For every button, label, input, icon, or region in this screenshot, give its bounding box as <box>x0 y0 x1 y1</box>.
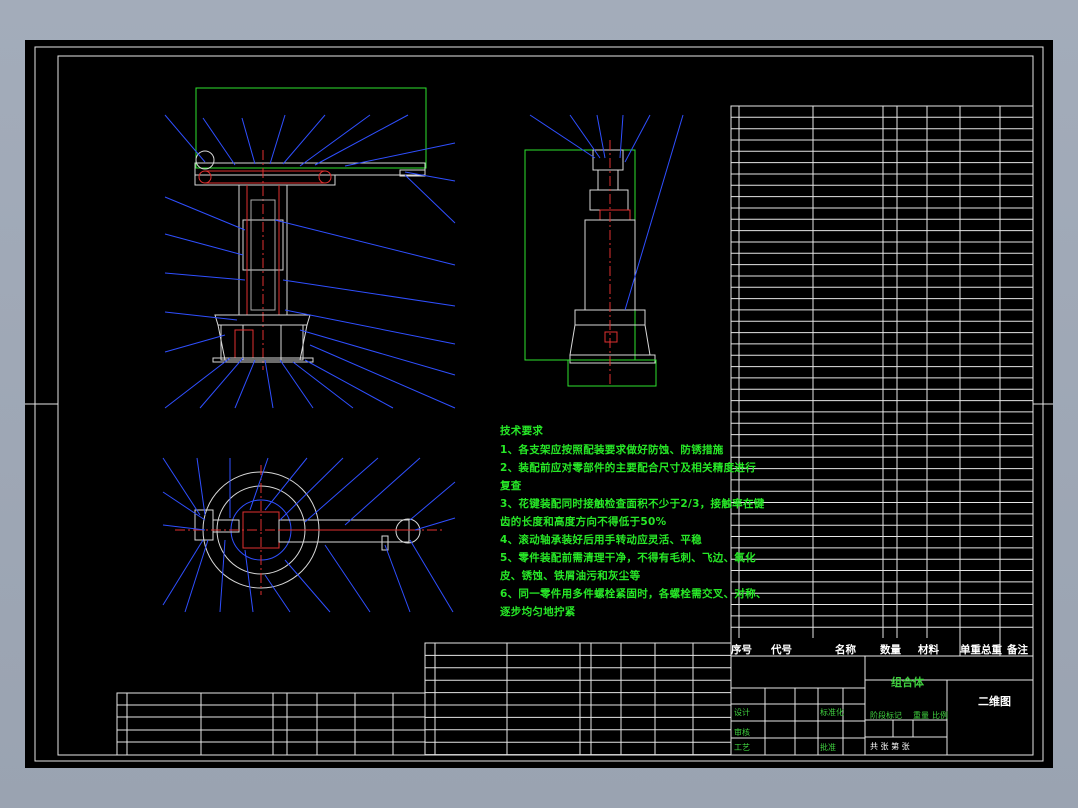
label-design: 设计 <box>734 708 750 717</box>
tech-req-heading: 技术要求 <box>500 425 544 437</box>
header-qty: 数量 <box>880 644 901 656</box>
front-leaders <box>164 114 456 409</box>
tech-req-line: 4、滚动轴承装好后用手转动应灵活、平稳 <box>500 534 703 546</box>
drawing-sheet: 技术要求 1、各支架应按照配装要求做好防蚀、防锈措施 2、装配前应对零部件的主要… <box>25 40 1053 768</box>
drawing-title: 二维图 <box>978 695 1011 708</box>
top-view <box>175 465 445 595</box>
header-note: 备注 <box>1007 644 1028 656</box>
sheet-total: 共 张 第 张 <box>870 742 910 751</box>
label-scale: 比例 <box>932 711 948 720</box>
bottom-list <box>424 642 732 756</box>
label-process: 工艺 <box>734 743 750 752</box>
side-leaders <box>529 114 684 311</box>
tech-req-line: 3、花键装配同时接触检查面积不少于2/3，接触率在键 <box>500 498 765 510</box>
tech-req-line: 逐步均匀地拧紧 <box>500 606 576 618</box>
header-name: 名称 <box>835 644 856 656</box>
tech-req-line: 皮、锈蚀、铁屑油污和灰尘等 <box>500 570 641 582</box>
label-standardization: 标准化 <box>820 708 844 717</box>
left-list <box>116 692 426 756</box>
cad-drawing <box>25 46 1053 762</box>
top-leaders <box>162 457 456 613</box>
label-review: 审核 <box>734 728 750 737</box>
parts-list <box>730 105 1034 657</box>
tech-req-line: 1、各支架应按照配装要求做好防蚀、防锈措施 <box>500 444 724 456</box>
side-view <box>524 140 657 387</box>
tech-req-line: 5、零件装配前需清理干净，不得有毛刺、飞边、氧化 <box>500 552 757 564</box>
header-code: 代号 <box>771 644 792 656</box>
header-index: 序号 <box>731 644 752 656</box>
header-weight: 单重总重 <box>960 644 1002 656</box>
label-stage-mark: 阶段标记 <box>870 711 902 720</box>
header-material: 材料 <box>918 644 939 656</box>
label-approve: 批准 <box>820 743 836 752</box>
tech-req-line: 2、装配前应对零部件的主要配合尺寸及相关精度进行 <box>500 462 757 474</box>
tech-req-line: 6、同一零件用多件螺栓紧固时，各螺栓需交叉、对称、 <box>500 588 767 600</box>
label-weight: 重量 <box>913 711 929 720</box>
assembly-name: 组合体 <box>891 676 924 689</box>
tech-req-line: 齿的长度和高度方向不得低于50% <box>500 516 667 528</box>
tech-req-line: 复查 <box>500 480 522 492</box>
